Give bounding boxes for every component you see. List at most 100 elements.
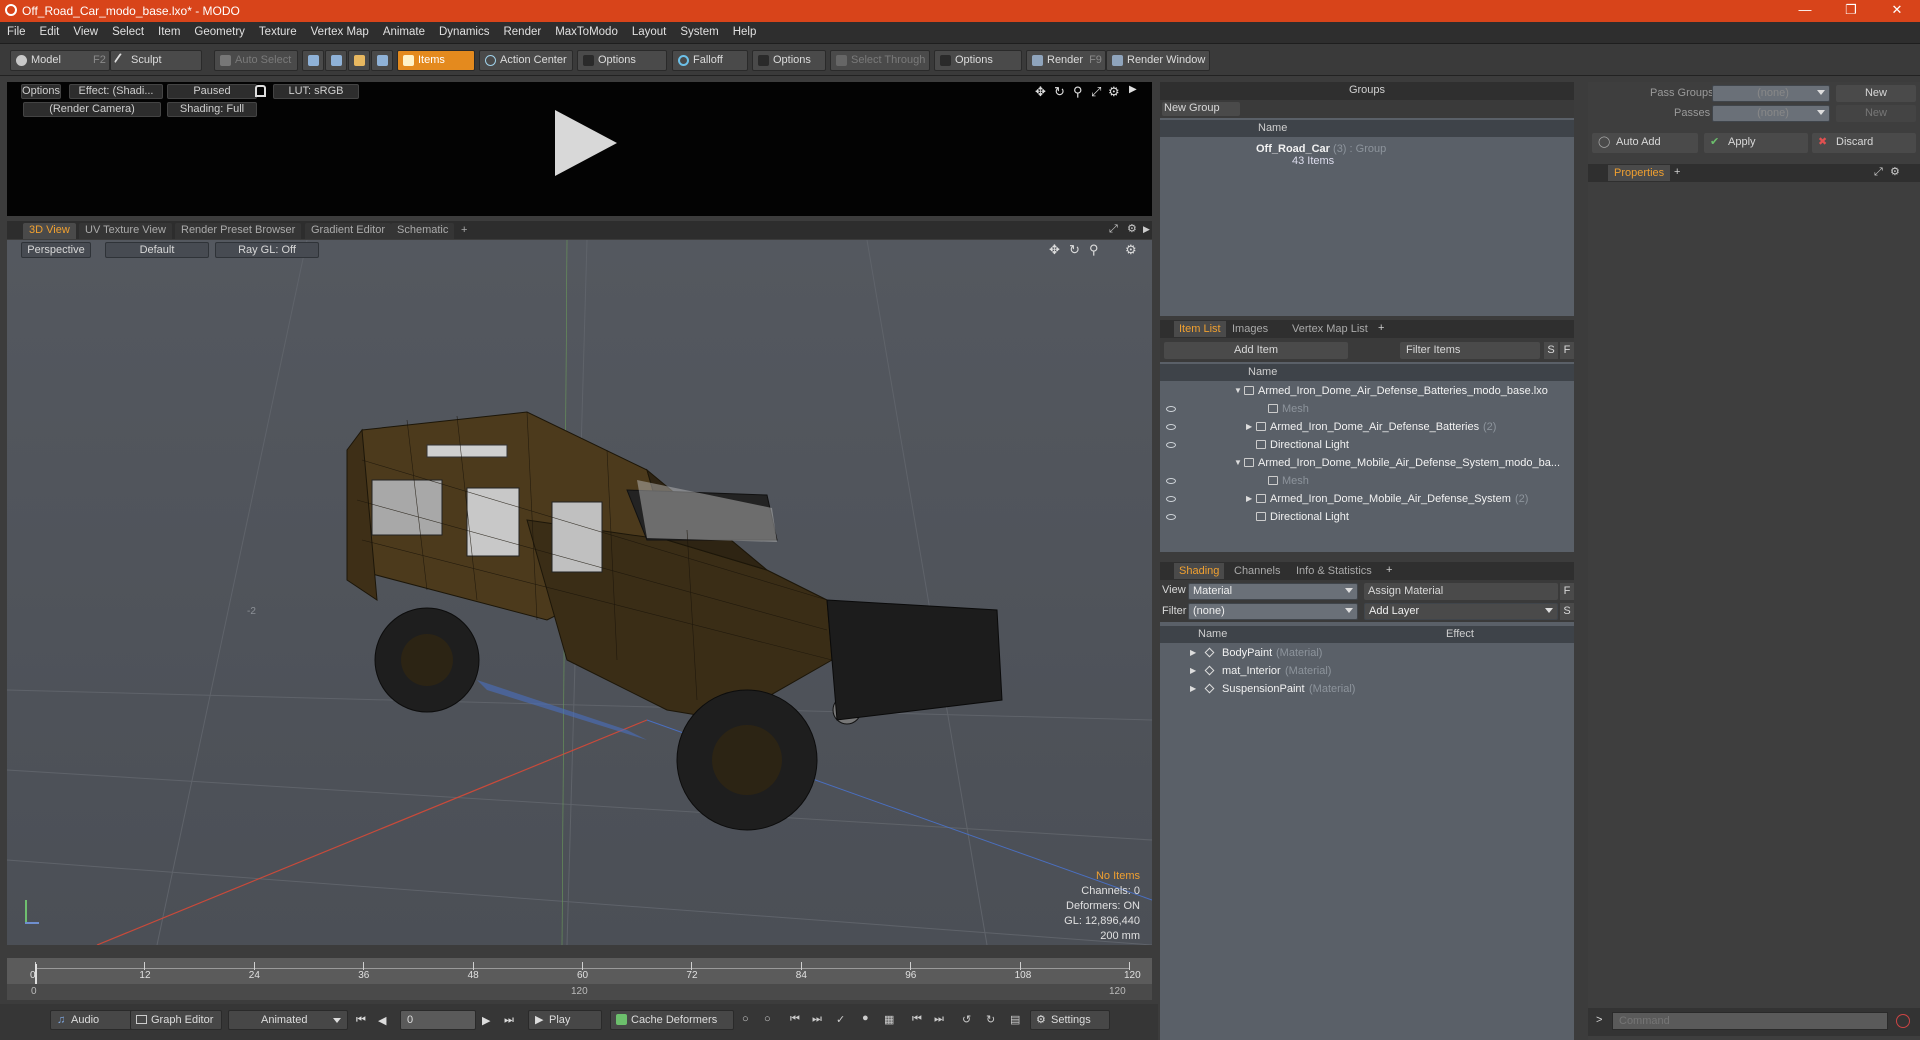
action-center-options-button[interactable]: Options <box>577 50 667 71</box>
menu-file[interactable]: File <box>0 22 33 38</box>
sync-icon[interactable]: ↻ <box>986 1013 995 1026</box>
eye-icon[interactable] <box>1166 496 1176 502</box>
discard-button[interactable]: ✖ Discard <box>1812 133 1916 153</box>
timeline-range-bar[interactable]: 0 120 120 <box>7 984 1152 1000</box>
chevron-right-icon[interactable]: ▶ <box>1246 418 1252 436</box>
play-icon[interactable] <box>555 110 617 176</box>
maximize-icon[interactable]: ⤢ <box>1874 164 1883 181</box>
tab-info-statistics[interactable]: Info & Statistics <box>1296 563 1372 580</box>
tab-properties[interactable]: Properties <box>1608 165 1671 181</box>
view-style-dropdown[interactable]: Default <box>105 242 209 258</box>
next-marker-icon[interactable]: ⏭ <box>934 1013 944 1026</box>
minimize-icon[interactable]: — <box>1782 0 1828 22</box>
layers-icon[interactable]: ▤ <box>1010 1013 1020 1026</box>
vertices-mode-button[interactable] <box>302 50 324 71</box>
list-item[interactable]: Mesh <box>1160 472 1574 490</box>
shading-name-column[interactable]: Name <box>1198 626 1227 642</box>
animated-dropdown[interactable]: Animated <box>228 1010 348 1030</box>
record-macro-icon[interactable] <box>1896 1014 1910 1028</box>
list-item[interactable]: Mesh <box>1160 400 1574 418</box>
eye-icon[interactable] <box>1166 406 1176 412</box>
zoom-icon[interactable]: ⚲ <box>1073 84 1083 100</box>
select-through-options-button[interactable]: Options <box>934 50 1022 71</box>
auto-key-icon[interactable]: ▦ <box>884 1013 894 1026</box>
shading-s-toggle[interactable]: S <box>1560 603 1574 620</box>
add-tab-button[interactable]: + <box>1674 164 1680 181</box>
set-key-icon[interactable]: ✓ <box>836 1013 845 1026</box>
off-road-car-model[interactable] <box>346 411 1003 831</box>
raygl-dropdown[interactable]: Ray GL: Off <box>215 242 319 258</box>
menu-system[interactable]: System <box>673 22 725 38</box>
playhead[interactable] <box>35 964 37 984</box>
settings-button[interactable]: ⚙ Settings <box>1030 1010 1110 1030</box>
chevron-down-icon[interactable]: ▼ <box>1234 382 1242 400</box>
render-button[interactable]: Render F9 <box>1026 50 1106 71</box>
chevron-down-icon[interactable]: ▼ <box>1234 454 1242 472</box>
list-item[interactable]: ▼ Armed_Iron_Dome_Air_Defense_Batteries_m… <box>1160 382 1574 400</box>
falloff-options-button[interactable]: Options <box>752 50 826 71</box>
auto-select-button[interactable]: Auto Select <box>214 50 298 71</box>
chevron-right-icon[interactable]: ▶ <box>1246 490 1252 508</box>
prev-marker-icon[interactable]: ⏮ <box>912 1013 922 1026</box>
preview-options-button[interactable]: Options <box>21 84 61 99</box>
item-list-name-column[interactable]: Name <box>1248 364 1277 380</box>
tab-uv-texture-view[interactable]: UV Texture View <box>79 223 172 239</box>
orbit-icon[interactable]: ↻ <box>1069 242 1080 258</box>
falloff-button[interactable]: Falloff <box>672 50 748 71</box>
table-row[interactable]: ▶ BodyPaint (Material) <box>1160 644 1574 662</box>
tab-shading[interactable]: Shading <box>1174 563 1225 579</box>
current-frame-input[interactable]: 0 <box>400 1010 476 1030</box>
maximize-icon[interactable]: ⤢ <box>1109 223 1118 236</box>
preview-paused-button[interactable]: Paused <box>167 84 257 99</box>
filter-f-toggle[interactable]: F <box>1560 342 1574 359</box>
menu-layout[interactable]: Layout <box>625 22 674 38</box>
3d-viewport[interactable]: Perspective Default Ray GL: Off ✥ ↻ ⚲ ⚙ … <box>7 240 1152 945</box>
list-item[interactable]: Directional Light <box>1160 508 1574 526</box>
list-item[interactable]: ▶ Armed_Iron_Dome_Air_Defense_Batteries (2… <box>1160 418 1574 436</box>
add-tab-button[interactable]: + <box>455 223 473 239</box>
go-to-start-icon[interactable]: ⏮ <box>356 1014 366 1027</box>
gear-icon[interactable]: ⚙ <box>1108 84 1120 100</box>
rotate-icon[interactable]: ↻ <box>1054 84 1065 100</box>
table-row[interactable]: ▶ mat_Interior (Material) <box>1160 662 1574 680</box>
audio-button[interactable]: ♫ Audio <box>50 1010 134 1030</box>
command-input[interactable] <box>1612 1012 1888 1030</box>
menu-geometry[interactable]: Geometry <box>187 22 252 38</box>
menu-help[interactable]: Help <box>726 22 764 38</box>
render-camera-dropdown[interactable]: (Render Camera) <box>23 102 161 117</box>
add-tab-button[interactable]: + <box>1386 562 1392 579</box>
sculpt-mode-button[interactable]: Sculpt <box>110 50 202 71</box>
timeline[interactable]: 0 12 24 36 48 60 72 84 96 108 120 0 120 120 <box>7 958 1152 1000</box>
menu-view[interactable]: View <box>66 22 105 38</box>
eye-icon[interactable] <box>1166 478 1176 484</box>
eye-icon[interactable] <box>1166 442 1176 448</box>
filter-s-toggle[interactable]: S <box>1544 342 1558 359</box>
next-key-icon[interactable]: ⏭ <box>812 1013 822 1026</box>
render-window-button[interactable]: Render Window <box>1106 50 1210 71</box>
shading-dropdown[interactable]: Shading: Full <box>167 102 257 117</box>
render-preview[interactable]: Options Effect: (Shadi... Paused LUT: sR… <box>7 82 1152 216</box>
prev-key-icon[interactable]: ⏮ <box>790 1013 800 1026</box>
gear-icon[interactable]: ⚙ <box>1127 222 1137 235</box>
fit-icon[interactable]: ⤢ <box>1091 84 1101 100</box>
menu-maxtomodo[interactable]: MaxToModo <box>548 22 625 38</box>
tab-3d-view[interactable]: 3D View <box>23 223 76 239</box>
materials-mode-button[interactable] <box>371 50 393 71</box>
expand-right-icon[interactable]: ▶ <box>1129 84 1137 95</box>
zoom-icon[interactable]: ⚲ <box>1089 242 1099 258</box>
menu-texture[interactable]: Texture <box>252 22 304 38</box>
list-item[interactable]: ▶ Armed_Iron_Dome_Mobile_Air_Defense_Syst… <box>1160 490 1574 508</box>
lut-dropdown[interactable]: LUT: sRGB <box>273 84 359 99</box>
graph-editor-button[interactable]: Graph Editor <box>130 1010 222 1030</box>
add-layer-dropdown[interactable]: Add Layer <box>1364 603 1558 620</box>
play-button[interactable]: ▶ Play <box>528 1010 602 1030</box>
menu-vertex-map[interactable]: Vertex Map <box>304 22 376 38</box>
eye-icon[interactable] <box>1166 424 1176 430</box>
items-mode-button[interactable]: Items <box>397 50 475 71</box>
tab-render-preset-browser[interactable]: Render Preset Browser <box>175 223 302 239</box>
pass-groups-dropdown[interactable]: (none) <box>1712 85 1830 102</box>
list-item[interactable]: Directional Light <box>1160 436 1574 454</box>
tab-images[interactable]: Images <box>1232 321 1268 338</box>
restore-icon[interactable]: ❐ <box>1828 0 1874 22</box>
add-item-dropdown[interactable]: Add Item <box>1164 342 1348 359</box>
